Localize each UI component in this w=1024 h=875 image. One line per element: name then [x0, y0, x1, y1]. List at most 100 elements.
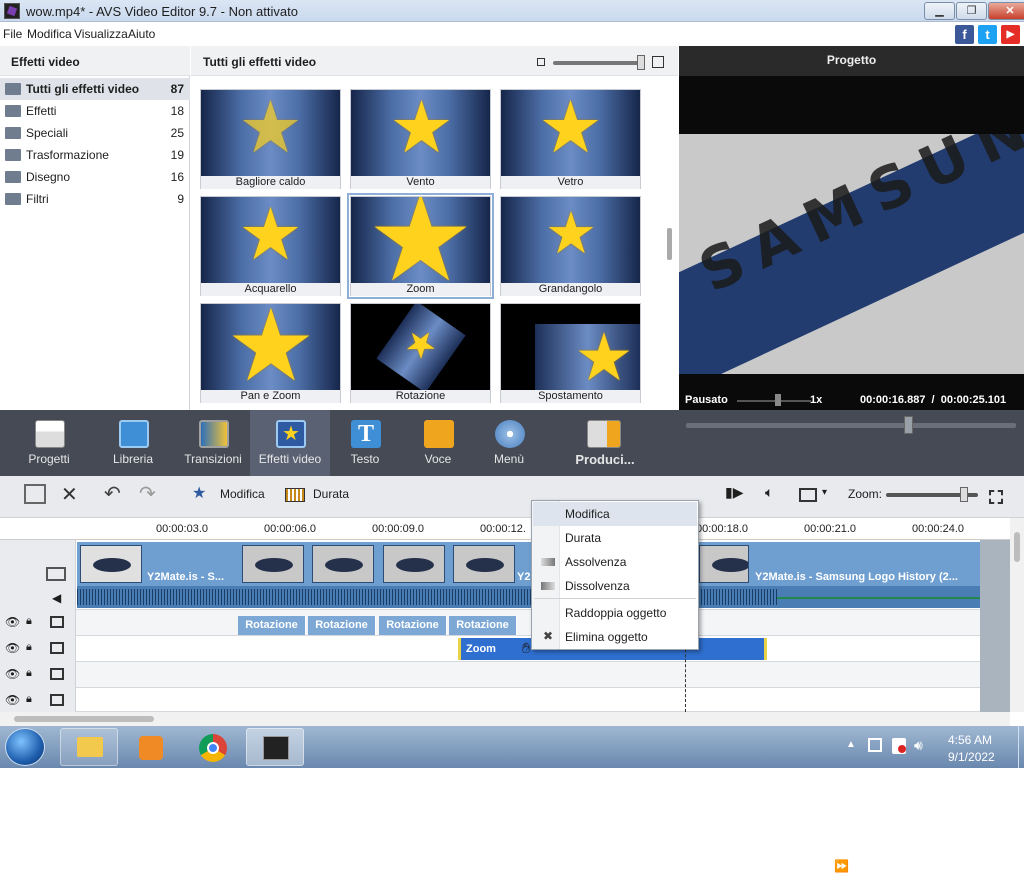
category-effetti[interactable]: Effetti 18	[0, 100, 190, 122]
scrollbar-thumb[interactable]	[1014, 532, 1020, 562]
category-trasformazione[interactable]: Trasformazione 19	[0, 144, 190, 166]
context-item-raddoppia[interactable]: Raddoppia oggetto	[533, 601, 697, 625]
category-filtri[interactable]: Filtri 9	[0, 188, 190, 210]
speed-slider[interactable]	[737, 400, 811, 402]
seek-bar-handle[interactable]	[904, 416, 913, 434]
minimize-button[interactable]: ▁	[924, 2, 955, 20]
show-hidden-icons[interactable]: ▲	[846, 739, 856, 750]
progetti-button[interactable]: Progetti	[9, 410, 89, 476]
lock-icon[interactable]: 🔒︎	[26, 615, 32, 628]
effect-clip-rotazione[interactable]: Rotazione	[308, 616, 376, 635]
frame-step-button[interactable]: ⏩	[834, 857, 849, 875]
restore-button[interactable]: ❐	[956, 2, 987, 20]
context-item-durata[interactable]: Durata	[533, 526, 697, 550]
produci-button[interactable]: Produci...	[565, 410, 645, 476]
transizioni-button[interactable]: Transizioni	[173, 410, 253, 476]
context-item-assolvenza[interactable]: Assolvenza	[533, 550, 697, 574]
snapshot-camera-icon[interactable]	[944, 859, 962, 873]
stop-button[interactable]: ■	[734, 857, 741, 875]
effects-grid-scrollbar[interactable]	[662, 76, 678, 410]
visibility-eye-icon[interactable]: 👁︎	[5, 667, 20, 681]
timeline-horizontal-scrollbar[interactable]	[0, 712, 1010, 726]
effect-clip-rotazione[interactable]: Rotazione	[449, 616, 517, 635]
speed-slider-handle[interactable]	[775, 394, 781, 406]
previous-button[interactable]: ⏮	[766, 857, 777, 875]
effect-tile-grandangolo[interactable]: ★ Grandangolo	[500, 196, 641, 296]
show-desktop-button[interactable]	[1018, 726, 1024, 768]
category-disegno[interactable]: Disegno 16	[0, 166, 190, 188]
facebook-icon[interactable]: f	[955, 25, 974, 44]
delete-icon[interactable]: ✕	[61, 482, 78, 507]
visibility-eye-icon[interactable]: 👁︎	[5, 615, 20, 629]
lock-icon[interactable]: 🔒︎	[26, 693, 32, 706]
audio-settings-icon[interactable]: 🔈︎	[765, 484, 773, 501]
thumbnail-size-slider[interactable]	[553, 61, 641, 65]
effect-tile-vento[interactable]: ★ Vento	[350, 89, 491, 189]
effect-clip-rotazione[interactable]: Rotazione	[379, 616, 447, 635]
timeline-duration-button[interactable]: Durata	[313, 487, 349, 501]
effect-tile-acquarello[interactable]: ★ Acquarello	[200, 196, 341, 296]
monitor-dropdown-icon[interactable]: ▾	[822, 487, 827, 498]
timeline-vertical-scrollbar[interactable]	[1010, 518, 1024, 712]
audio-track-clip[interactable]	[77, 586, 980, 608]
libreria-button[interactable]: Libreria	[93, 410, 173, 476]
large-thumbnail-icon[interactable]	[652, 56, 664, 68]
menu-visualizza[interactable]: Visualizza	[74, 27, 128, 41]
menu-modifica[interactable]: Modifica	[27, 27, 72, 41]
timeline-edit-button[interactable]: Modifica	[220, 487, 265, 501]
volume-dropdown-icon[interactable]: ▾	[1007, 862, 1012, 873]
chrome-taskbar-icon[interactable]	[184, 728, 242, 766]
fullscreen-icon[interactable]	[913, 859, 929, 873]
storyboard-toggle-icon[interactable]	[24, 484, 46, 504]
effect-tile-zoom[interactable]: ★ Zoom	[347, 193, 494, 299]
context-item-dissolvenza[interactable]: Dissolvenza	[533, 574, 697, 598]
effect-clip-rotazione[interactable]: Rotazione	[238, 616, 306, 635]
split-icon[interactable]: ▮▶	[725, 484, 743, 501]
speaker-icon[interactable]: 🔊︎	[914, 737, 923, 754]
effect-tile-spostamento[interactable]: ★ Spostamento	[500, 303, 641, 403]
redo-icon[interactable]: ↷	[139, 481, 156, 506]
thumbnail-size-handle[interactable]	[637, 55, 645, 70]
clock-time[interactable]: 4:56 AM	[948, 733, 992, 747]
menu-disc-button[interactable]: Menù	[469, 410, 549, 476]
effect-tile-bagliore-caldo[interactable]: ★ Bagliore caldo	[200, 89, 341, 189]
explorer-taskbar-icon[interactable]	[60, 728, 118, 766]
undo-icon[interactable]: ↶	[104, 481, 121, 506]
menu-file[interactable]: File	[3, 27, 22, 41]
seek-bar[interactable]	[686, 423, 1016, 428]
testo-button[interactable]: T Testo	[325, 410, 405, 476]
context-item-modifica[interactable]: Modifica	[533, 502, 697, 526]
category-speciali[interactable]: Speciali 25	[0, 122, 190, 144]
next-button[interactable]: ⏭	[798, 857, 809, 875]
effect-tile-pan-e-zoom[interactable]: ★ Pan e Zoom	[200, 303, 341, 403]
effect-tile-rotazione[interactable]: ★ Rotazione	[350, 303, 491, 403]
visibility-eye-icon[interactable]: 👁︎	[5, 693, 20, 707]
volume-icon[interactable]: 🔊︎	[978, 857, 988, 875]
edit-effect-icon[interactable]: ★	[192, 483, 206, 503]
effetti-video-button[interactable]: ★ Effetti video	[250, 410, 330, 476]
video-track-clip[interactable]: Y2Mate.is - S... Y2 Y2Mate.is - Samsung …	[77, 542, 980, 586]
avs-taskbar-icon[interactable]	[246, 728, 304, 766]
small-thumbnail-icon[interactable]	[537, 58, 545, 66]
fit-to-window-icon[interactable]	[989, 490, 1003, 504]
play-button[interactable]: ▶	[696, 857, 708, 875]
category-all-effects[interactable]: Tutti gli effetti video 87	[0, 78, 190, 100]
lock-icon[interactable]: 🔒︎	[26, 641, 32, 654]
youtube-icon[interactable]: ▶	[1001, 25, 1020, 44]
action-center-icon[interactable]	[892, 738, 906, 754]
twitter-icon[interactable]: t	[978, 25, 997, 44]
start-button[interactable]	[5, 728, 45, 766]
media-player-taskbar-icon[interactable]	[122, 728, 180, 766]
context-item-elimina[interactable]: ✖ Elimina oggetto	[533, 625, 697, 649]
menu-aiuto[interactable]: Aiuto	[128, 27, 155, 41]
effect-tile-vetro[interactable]: ★ Vetro	[500, 89, 641, 189]
voce-button[interactable]: Voce	[398, 410, 478, 476]
scrollbar-thumb[interactable]	[14, 716, 154, 722]
lock-icon[interactable]: 🔒︎	[26, 667, 32, 680]
monitor-icon[interactable]	[799, 488, 817, 502]
visibility-eye-icon[interactable]: 👁︎	[5, 641, 20, 655]
close-button[interactable]: ✕	[988, 2, 1024, 20]
network-icon[interactable]	[868, 738, 882, 752]
zoom-slider-handle[interactable]	[960, 487, 969, 502]
clock-date[interactable]: 9/1/2022	[948, 750, 995, 764]
